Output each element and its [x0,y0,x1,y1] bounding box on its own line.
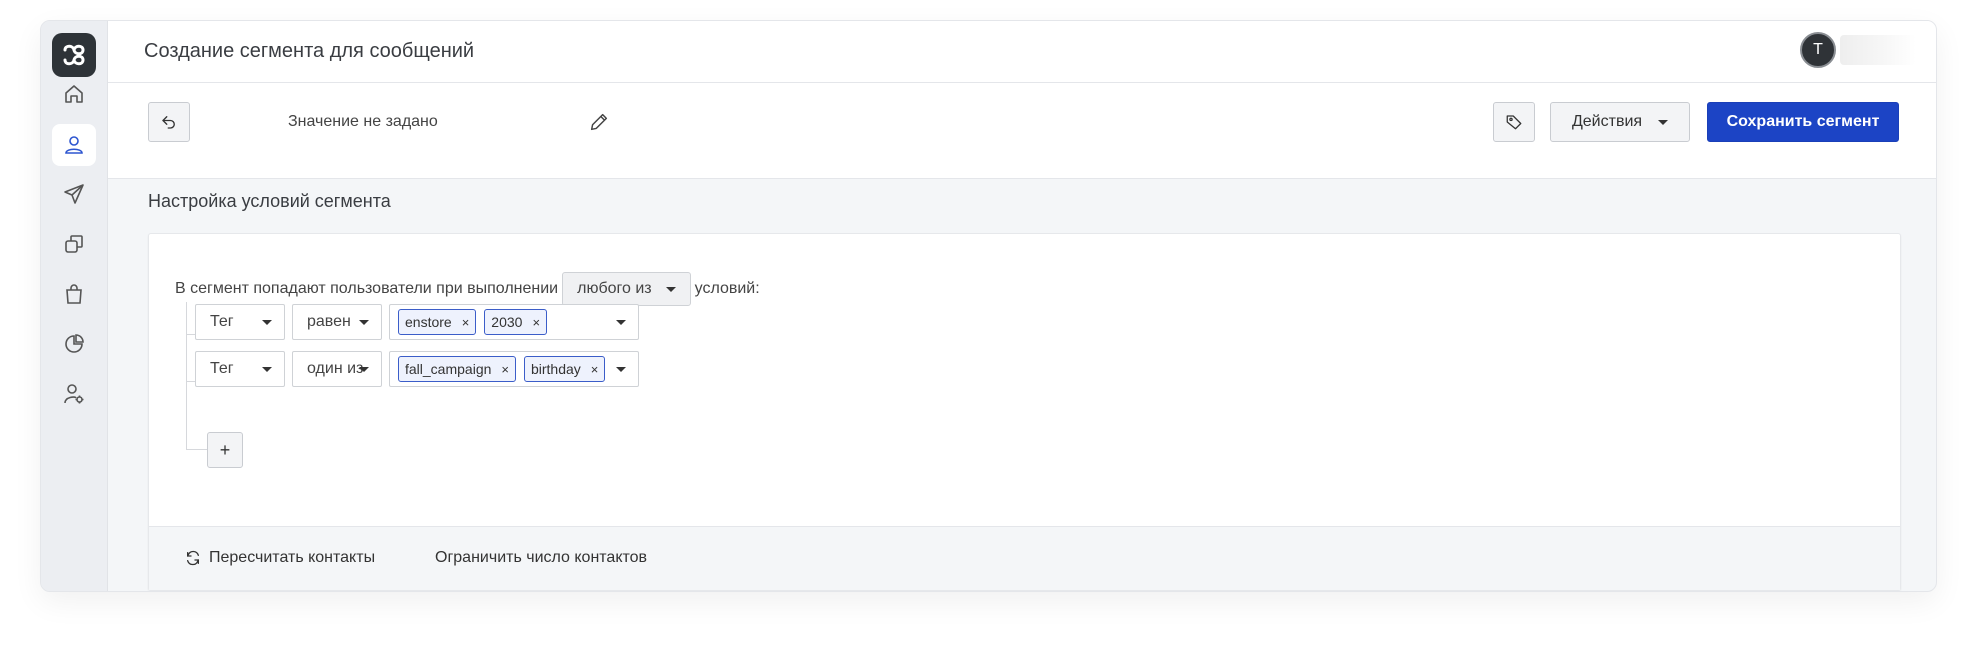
tree-connector [186,449,207,450]
segment-toolbar: Значение не задано Действия Сохранить се… [108,83,1936,179]
rule-field-select[interactable]: Тег [195,304,285,340]
intro-suffix: условий: [694,280,760,297]
page-title: Создание сегмента для сообщений [144,40,475,62]
rule-field-value: Тег [210,313,234,330]
sidebar-item-account[interactable] [52,373,96,415]
sidebar-item-users[interactable] [52,124,96,166]
rule-operator-value: один из [307,360,364,377]
intro-text: В сегмент попадают пользователи при выпо… [175,280,559,297]
conditions-intro: В сегмент попадают пользователи при выпо… [175,272,760,306]
rule-values-select[interactable]: fall_campaign × birthday × [389,351,639,387]
chip-label: fall_campaign [405,361,492,377]
undo-icon [162,116,175,129]
rule-values-select[interactable]: enstore × 2030 × [389,304,639,340]
sidebar [41,21,108,591]
rule-operator-select[interactable]: один из [292,351,382,387]
caret-down-icon [359,367,369,372]
add-condition-button[interactable]: + [207,432,243,468]
user-icon [65,136,83,154]
recalculate-contacts-button[interactable]: Пересчитать контакты [185,549,375,567]
limit-label: Ограничить число контактов [435,549,648,566]
section-title: Настройка условий сегмента [148,191,391,211]
actions-label: Действия [1571,113,1643,130]
remove-chip-icon[interactable]: × [462,315,470,330]
sidebar-item-home[interactable] [52,73,96,115]
caret-down-icon [262,320,272,325]
conditions-card: В сегмент попадают пользователи при выпо… [148,233,1901,591]
chip-label: 2030 [491,314,523,330]
home-icon [65,85,83,103]
sidebar-item-products[interactable] [52,273,96,315]
logo[interactable] [52,33,96,77]
actions-dropdown[interactable]: Действия [1550,102,1690,142]
chip-label: enstore [405,314,452,330]
user-name-blurred [1840,35,1916,65]
caret-down-icon [359,320,369,325]
sidebar-item-templates[interactable] [52,223,96,265]
rule-operator-value: равен [307,313,351,330]
refresh-icon [187,550,199,566]
rule-operator-select[interactable]: равен [292,304,382,340]
sidebar-item-campaigns[interactable] [52,173,96,215]
caret-down-icon [616,320,626,325]
sidebar-item-analytics[interactable] [52,323,96,365]
edit-name-button[interactable] [588,111,610,133]
tags-button[interactable] [1493,102,1535,142]
back-button[interactable] [148,102,190,142]
value-chip: 2030 × [484,309,548,335]
remove-chip-icon[interactable]: × [532,315,540,330]
caret-down-icon [1658,119,1669,125]
tag-icon [1506,115,1522,130]
value-chip: fall_campaign × [398,356,516,382]
caret-down-icon [665,286,676,292]
send-icon [64,184,84,204]
match-mode-value: любого из [577,280,652,297]
match-mode-select[interactable]: любого из [562,272,691,306]
pencil-icon [590,113,608,131]
copy-icon [65,235,83,253]
card-footer: Пересчитать контакты Ограничить число ко… [149,526,1900,590]
avatar[interactable]: T [1800,32,1836,68]
user-settings-icon [64,384,84,404]
app-window: Создание сегмента для сообщений T Значен… [40,20,1937,592]
pie-chart-icon [65,334,84,353]
remove-chip-icon[interactable]: × [591,362,599,377]
chip-label: birthday [530,361,581,377]
tree-connector [186,302,187,449]
recalculate-label: Пересчитать контакты [209,549,376,566]
segment-name: Значение не задано [288,113,438,130]
top-header: Создание сегмента для сообщений T [108,21,1936,83]
value-chip: enstore × [398,309,477,335]
rule-field-value: Тег [210,360,234,377]
caret-down-icon [262,367,272,372]
shopping-bag-icon [66,284,82,304]
caret-down-icon [616,367,626,372]
save-segment-button[interactable]: Сохранить сегмент [1707,102,1899,142]
rule-field-select[interactable]: Тег [195,351,285,387]
value-chip: birthday × [523,356,606,382]
limit-contacts-button[interactable]: Ограничить число контактов [435,549,647,567]
remove-chip-icon[interactable]: × [501,362,509,377]
logo-icon [63,44,85,66]
